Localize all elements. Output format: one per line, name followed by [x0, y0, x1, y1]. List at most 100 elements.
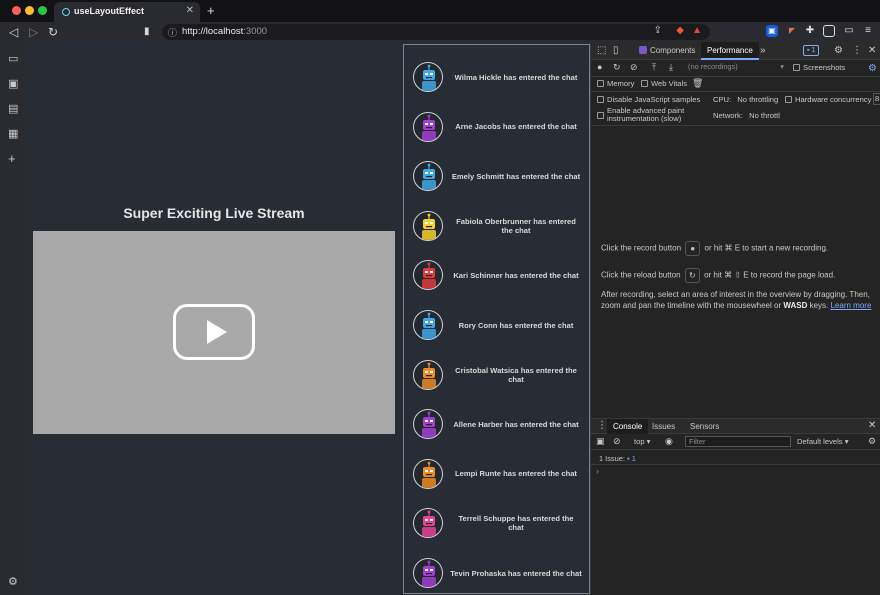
chat-message: Lempi Runte has entered the chat — [404, 450, 589, 498]
bookmark-icon[interactable]: ▮ — [144, 24, 150, 40]
reload-instructions: Click the reload button ↻ or hit ⌘ ⇧ E t… — [601, 268, 835, 283]
sidebar-settings-icon[interactable]: ⚙ — [8, 575, 18, 588]
trash-icon[interactable]: 🗑 — [692, 78, 703, 89]
chat-message-text: Lempi Runte has entered the chat — [455, 469, 577, 479]
chat-message: Allene Harber has entered the chat — [404, 400, 589, 448]
new-tab-button[interactable]: + — [207, 3, 215, 18]
browser-sidebar: ▭ ▣ ▤ ▦ + ⚙ — [0, 42, 27, 595]
chat-message-text: Arne Jacobs has entered the chat — [455, 122, 577, 132]
forward-icon[interactable]: ▷ — [29, 24, 38, 40]
play-button[interactable] — [173, 304, 255, 360]
reload-record-icon[interactable]: ↻ — [613, 62, 621, 73]
tab-performance[interactable]: Performance — [701, 42, 759, 60]
zoom-window-button[interactable] — [38, 6, 47, 15]
tab-components[interactable]: Components — [633, 42, 701, 60]
react-icon — [639, 46, 647, 54]
inline-record-button[interactable]: ● — [685, 241, 701, 256]
robot-avatar-icon — [413, 161, 443, 192]
learn-more-link[interactable]: Learn more — [830, 301, 871, 310]
hardware-concurrency-checkbox[interactable]: Hardware concurrency — [785, 95, 880, 104]
context-select[interactable]: top ▾ — [634, 437, 650, 446]
screenshots-checkbox[interactable]: Screenshots — [793, 63, 873, 72]
kebab-menu-icon[interactable]: ⋮ — [852, 45, 862, 56]
browser-tab-active[interactable]: useLayoutEffect ✕ — [54, 2, 200, 22]
bookmarks-sidebar-icon[interactable]: ▤ — [8, 102, 18, 115]
more-tabs-icon[interactable]: » — [760, 45, 766, 56]
tab-close-icon[interactable]: ✕ — [186, 5, 194, 16]
browser-toolbar: ◁ ▷ ↻ ▮ ⓘ http://localhost:3000 ⇪ ◆ ▲ ▣ … — [0, 22, 880, 42]
reading-list-icon[interactable]: ▦ — [8, 127, 18, 140]
device-toolbar-icon[interactable]: ▯ — [613, 45, 619, 56]
chat-message: Rory Conn has entered the chat — [404, 301, 589, 349]
menu-icon[interactable]: ≡ — [862, 25, 874, 37]
settings-icon[interactable]: ⚙ — [834, 45, 843, 56]
cpu-throttling[interactable]: CPU: No throttling — [713, 95, 793, 104]
share-icon[interactable]: ⇪ — [654, 25, 662, 36]
inline-reload-button[interactable]: ↻ — [684, 268, 700, 283]
close-drawer-icon[interactable]: ✕ — [868, 420, 876, 431]
url-text[interactable]: http://localhost:3000 — [182, 26, 267, 37]
brave-shields-icon[interactable]: ◆ — [676, 25, 684, 36]
console-settings-icon[interactable]: ⚙ — [868, 436, 876, 447]
back-icon[interactable]: ◁ — [9, 24, 18, 40]
address-bar[interactable]: ⓘ http://localhost:3000 ⇪ ◆ ▲ — [162, 24, 710, 40]
browser-titlebar: useLayoutEffect ✕ + — [0, 0, 880, 22]
robot-avatar-icon — [413, 409, 443, 440]
chat-message: Arne Jacobs has entered the chat — [404, 103, 589, 151]
chat-panel: Wilma Hickle has entered the chat Arne Ja… — [403, 44, 590, 594]
record-icon[interactable]: ● — [597, 62, 602, 72]
add-sidebar-item-icon[interactable]: + — [8, 151, 16, 166]
bitwarden-extension-icon[interactable]: ▣ — [766, 25, 778, 37]
capture-settings-icon[interactable]: ⚙ — [868, 63, 877, 74]
tab-sensors[interactable]: Sensors — [684, 419, 725, 434]
download-icon[interactable]: ⤓ — [669, 62, 673, 73]
extensions-puzzle-icon[interactable]: ✚ — [804, 25, 816, 37]
inspect-element-icon[interactable]: ⬚ — [597, 45, 606, 56]
sidebar-toggle-icon[interactable] — [823, 25, 835, 37]
reload-icon[interactable]: ↻ — [48, 24, 58, 40]
console-sidebar-icon[interactable]: ▣ — [596, 436, 605, 447]
tab-issues[interactable]: Issues — [646, 419, 681, 434]
console-drawer-tabbar: ⋮ Console Issues Sensors ✕ — [591, 418, 880, 434]
chat-message: Cristobal Watsica has entered the chat — [404, 351, 589, 399]
leo-icon[interactable]: ▭ — [8, 52, 18, 65]
recordings-select[interactable]: (no recordings) ▾ — [688, 62, 784, 74]
chat-message-text: Fabiola Oberbrunner has entered the chat — [456, 216, 576, 235]
devtools-panel: ⬚ ▯ Components Performance » ▪ 1 ⚙ ⋮ ✕ ●… — [590, 42, 880, 595]
network-throttling[interactable]: Network: No throttl — [713, 111, 813, 120]
chat-message: Terrell Schuppe has entered the chat — [404, 499, 589, 547]
robot-avatar-icon — [413, 210, 443, 241]
disable-js-samples-checkbox[interactable]: Disable JavaScript samples — [597, 95, 717, 104]
console-prompt[interactable]: › — [596, 466, 599, 476]
console-filter-input[interactable]: Filter — [685, 436, 791, 447]
robot-avatar-icon — [413, 359, 443, 390]
chat-message-text: Terrell Schuppe has entered the chat — [458, 514, 574, 533]
chat-message-text: Wilma Hickle has entered the chat — [454, 72, 578, 82]
site-info-icon[interactable]: ⓘ — [168, 26, 177, 39]
chat-message: Fabiola Oberbrunner has entered the chat — [404, 202, 589, 250]
console-issues-bar[interactable]: 1 Issue: ▪ 1 — [591, 451, 880, 465]
brave-rewards-icon[interactable]: ▲ — [692, 25, 702, 36]
hardware-concurrency-input[interactable]: 8 — [873, 93, 880, 105]
close-window-button[interactable] — [12, 6, 21, 15]
issue-count-badge[interactable]: ▪ 1 — [627, 454, 636, 463]
wallet-icon[interactable]: ▭ — [843, 25, 855, 37]
robot-avatar-icon — [413, 558, 443, 588]
after-recording-text: After recording, select an area of inter… — [601, 290, 872, 310]
tab-title: useLayoutEffect — [74, 6, 145, 16]
log-levels-select[interactable]: Default levels ▾ — [797, 437, 849, 446]
minimize-window-button[interactable] — [25, 6, 34, 15]
issues-badge[interactable]: ▪ 1 — [803, 45, 820, 56]
drawer-menu-icon[interactable]: ⋮ — [597, 420, 607, 431]
video-player[interactable] — [33, 231, 395, 434]
wallet-sidebar-icon[interactable]: ▣ — [8, 77, 18, 90]
tab-console[interactable]: Console — [607, 419, 649, 434]
chat-message-text: Tevin Prohaska has entered the chat — [450, 568, 582, 578]
extension-icon[interactable]: ◤ — [786, 25, 798, 37]
clear-console-icon[interactable]: ⊘ — [613, 436, 621, 447]
upload-icon[interactable]: ⤒ — [652, 62, 656, 73]
clear-icon[interactable]: ⊘ — [630, 62, 638, 73]
devtools-tabbar: ⬚ ▯ Components Performance » ▪ 1 ⚙ ⋮ ✕ — [591, 42, 880, 60]
eye-icon[interactable]: ◉ — [665, 436, 673, 447]
close-devtools-icon[interactable]: ✕ — [868, 45, 876, 56]
